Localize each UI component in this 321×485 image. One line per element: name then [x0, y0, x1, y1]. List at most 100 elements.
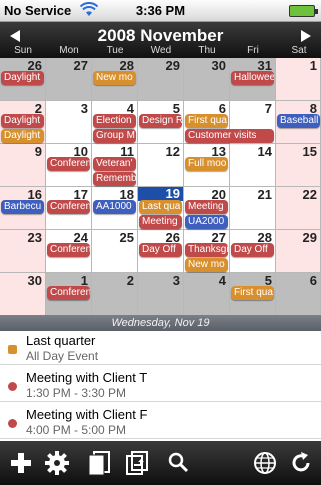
event-pill[interactable]: Meeting	[185, 200, 228, 214]
event-pill[interactable]: Election	[93, 114, 136, 128]
event-pill[interactable]: Day Off	[231, 243, 274, 257]
event-pill[interactable]: Day Off	[139, 243, 182, 257]
day-cell[interactable]: 29	[276, 230, 321, 273]
day-cell[interactable]: 27	[46, 58, 92, 101]
day-number: 23	[27, 230, 42, 245]
agenda-item-title: Meeting with Client T	[26, 370, 148, 385]
day-cell[interactable]: 6	[276, 273, 321, 316]
day-cell[interactable]: 4	[184, 273, 230, 316]
sync-icon[interactable]	[124, 450, 152, 476]
event-pill[interactable]: Baseball	[277, 114, 320, 128]
day-number: 4	[218, 273, 226, 288]
day-number: 19	[138, 187, 183, 201]
day-cell[interactable]: 1	[276, 58, 321, 101]
agenda-item-title: Meeting with Client F	[26, 407, 148, 422]
agenda-item-time: All Day Event	[26, 349, 99, 363]
event-pill[interactable]: Daylight	[1, 114, 44, 128]
day-cell[interactable]: 30	[0, 273, 46, 316]
day-cell[interactable]: 3	[46, 101, 92, 144]
day-number: 3	[80, 101, 88, 116]
agenda-item[interactable]: Last quarter All Day Event	[0, 331, 321, 365]
day-number: 3	[172, 273, 180, 288]
event-pill[interactable]: Conferen	[47, 157, 90, 171]
day-number: 30	[211, 58, 226, 73]
day-cell[interactable]: 3	[138, 273, 184, 316]
day-number: 27	[73, 58, 88, 73]
day-number: 6	[309, 273, 317, 288]
weekday-label: Sun	[14, 45, 32, 56]
weekday-label: Thu	[198, 45, 216, 56]
day-cell[interactable]: 14	[230, 144, 276, 187]
event-pill[interactable]: New mo	[93, 71, 136, 85]
category-marker-icon	[8, 419, 17, 428]
weekday-label: Tue	[106, 45, 124, 56]
day-cell[interactable]: 22	[276, 187, 321, 230]
event-pill[interactable]: Meeting	[139, 215, 182, 229]
event-pill[interactable]: UA2000	[185, 215, 228, 229]
weekday-label: Fri	[247, 45, 259, 56]
day-number: 2	[126, 273, 134, 288]
day-cell[interactable]: 23	[0, 230, 46, 273]
event-pill[interactable]: First qua	[231, 286, 274, 300]
day-cell[interactable]: 25	[92, 230, 138, 273]
add-icon[interactable]	[8, 450, 36, 476]
day-cell[interactable]: 29	[138, 58, 184, 101]
category-marker-icon	[8, 382, 17, 391]
agenda-item-title: Last quarter	[26, 333, 96, 348]
event-pill[interactable]: Daylight	[1, 71, 44, 85]
day-number: 9	[34, 144, 42, 159]
day-cell[interactable]: 12	[138, 144, 184, 187]
day-number: 21	[257, 187, 272, 202]
day-cell[interactable]: 9	[0, 144, 46, 187]
selected-day-bar: Wednesday, Nov 19	[0, 315, 321, 331]
search-icon[interactable]	[166, 450, 194, 476]
event-pill[interactable]: Conferen	[47, 286, 90, 300]
day-number: 22	[302, 187, 317, 202]
agenda-item-time: 4:00 PM - 5:00 PM	[26, 423, 127, 437]
battery-icon	[289, 5, 318, 17]
bottom-toolbar	[0, 441, 321, 485]
event-pill[interactable]: Conferen	[47, 200, 90, 214]
category-marker-icon	[8, 345, 17, 354]
event-pill[interactable]: First qua	[185, 114, 228, 128]
day-cell[interactable]: 30	[184, 58, 230, 101]
weekday-label: Wed	[150, 45, 172, 56]
agenda-item[interactable]: Meeting with Client F 4:00 PM - 5:00 PM	[0, 405, 321, 439]
event-pill[interactable]: Thanksgi	[185, 243, 228, 257]
month-header: 2008 November Sun Mon Tue Wed Thu Fri Sa…	[0, 22, 321, 58]
day-number: 25	[119, 230, 134, 245]
gear-icon[interactable]	[44, 450, 72, 476]
event-pill[interactable]: Hallowee	[231, 71, 274, 85]
day-number: 14	[257, 144, 272, 159]
event-pill[interactable]: Conferen	[47, 243, 90, 257]
day-number: 15	[302, 144, 317, 159]
event-pill[interactable]: Daylight	[1, 129, 44, 143]
event-pill[interactable]: Design R	[139, 114, 182, 128]
day-number: 12	[165, 144, 180, 159]
day-cell[interactable]: 15	[276, 144, 321, 187]
day-cell[interactable]: 2	[92, 273, 138, 316]
right-triangle-icon[interactable]	[299, 28, 313, 44]
weekday-label: Sat	[291, 45, 307, 56]
globe-icon[interactable]	[252, 450, 280, 476]
refresh-icon[interactable]	[288, 450, 316, 476]
event-pill[interactable]: Rememb	[93, 172, 136, 186]
day-cell[interactable]: 7	[230, 101, 276, 144]
event-pill[interactable]: Full moo	[185, 157, 228, 171]
agenda-list: Last quarter All Day Event Meeting with …	[0, 331, 321, 441]
day-cell[interactable]: 21	[230, 187, 276, 230]
day-number: 7	[264, 101, 272, 116]
pages-icon[interactable]	[86, 450, 114, 476]
status-bar: No Service 3:36 PM	[0, 0, 321, 22]
event-pill[interactable]: New mo	[185, 258, 228, 272]
event-pill[interactable]: Barbecu	[1, 200, 44, 214]
event-pill[interactable]: Last qua	[139, 200, 182, 214]
event-pill[interactable]: AA1000	[93, 200, 136, 214]
weekday-label: Mon	[59, 45, 79, 56]
agenda-item-time: 1:30 PM - 3:30 PM	[26, 386, 127, 400]
day-number: 29	[302, 230, 317, 245]
agenda-item[interactable]: Meeting with Client T 1:30 PM - 3:30 PM	[0, 368, 321, 402]
day-number: 29	[165, 58, 180, 73]
event-pill[interactable]: Group M	[93, 129, 136, 143]
event-pill[interactable]: Veteran'	[93, 157, 136, 171]
